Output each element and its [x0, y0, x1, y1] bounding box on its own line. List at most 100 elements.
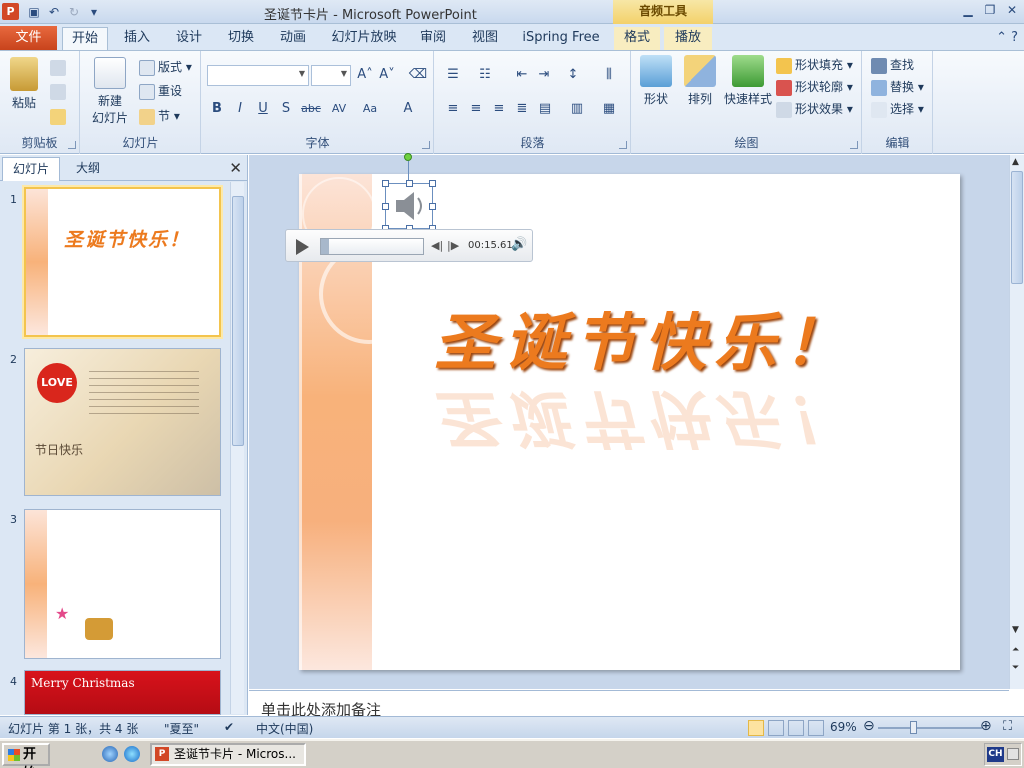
resize-handle[interactable]: [382, 203, 389, 210]
select-button[interactable]: 选择 ▾: [871, 99, 924, 119]
decrease-indent-icon[interactable]: ⇤: [512, 65, 532, 85]
new-slide-button[interactable]: 新建 幻灯片: [87, 57, 133, 126]
undo-icon[interactable]: ↶: [46, 4, 62, 20]
shapes-button[interactable]: 形状: [636, 55, 676, 107]
shrink-font-icon[interactable]: A˅: [377, 65, 397, 85]
close-icon[interactable]: ✕: [1004, 2, 1020, 18]
paragraph-launcher-icon[interactable]: [619, 141, 627, 149]
notes-pane[interactable]: 单击此处添加备注: [249, 690, 1009, 719]
paste-button[interactable]: 粘贴: [6, 57, 42, 111]
font-size-combo[interactable]: ▼: [311, 65, 351, 86]
drawing-launcher-icon[interactable]: [850, 141, 858, 149]
clear-format-icon[interactable]: ⌫: [408, 65, 428, 85]
align-left-icon[interactable]: ≡: [443, 99, 463, 119]
tab-slides-panel[interactable]: 幻灯片: [2, 157, 61, 181]
tray-icon[interactable]: [1007, 748, 1019, 760]
shadow-icon[interactable]: S: [276, 99, 296, 119]
reading-view-icon[interactable]: [788, 720, 804, 736]
justify-icon[interactable]: ≣: [512, 99, 532, 119]
section-button[interactable]: 节 ▾: [139, 106, 180, 126]
reset-button[interactable]: 重设: [139, 81, 182, 101]
tab-design[interactable]: 设计: [166, 27, 212, 50]
slide-thumbnail-2[interactable]: LOVE 节日快乐: [24, 348, 221, 496]
bold-icon[interactable]: B: [207, 99, 227, 119]
tab-format[interactable]: 格式: [614, 27, 660, 50]
close-icon[interactable]: ✕: [229, 159, 242, 177]
next-slide-icon[interactable]: ⏷: [1012, 663, 1019, 673]
audio-progress-track[interactable]: [320, 238, 424, 255]
tab-animations[interactable]: 动画: [270, 27, 316, 50]
tab-view[interactable]: 视图: [464, 27, 506, 50]
normal-view-icon[interactable]: [748, 720, 764, 736]
quick-styles-button[interactable]: 快速样式: [722, 55, 774, 107]
customize-qat-icon[interactable]: ▾: [86, 4, 102, 20]
cut-button[interactable]: [50, 57, 69, 77]
strikethrough-icon[interactable]: abc: [301, 99, 321, 119]
clipboard-launcher-icon[interactable]: [68, 141, 76, 149]
volume-icon[interactable]: 🔊: [511, 237, 527, 252]
redo-icon[interactable]: ↻: [66, 4, 82, 20]
underline-icon[interactable]: U: [253, 99, 273, 119]
tab-transitions[interactable]: 切换: [218, 27, 264, 50]
font-name-combo[interactable]: ▼: [207, 65, 309, 86]
main-scroll-thumb[interactable]: [1011, 171, 1023, 284]
fit-to-window-icon[interactable]: ⛶: [1003, 719, 1012, 734]
ime-indicator[interactable]: CH: [987, 747, 1004, 762]
columns-icon[interactable]: ▥: [567, 99, 587, 119]
resize-handle[interactable]: [382, 180, 389, 187]
theme-status[interactable]: "夏至": [164, 720, 199, 737]
tab-slideshow[interactable]: 幻灯片放映: [322, 27, 406, 50]
audio-object[interactable]: [382, 180, 436, 232]
skip-forward-icon[interactable]: |▶: [447, 239, 459, 252]
main-scrollbar[interactable]: ▲ ▼ ⏶ ⏷: [1009, 155, 1024, 689]
tab-playback[interactable]: 播放: [664, 27, 712, 50]
panel-scrollbar[interactable]: [230, 182, 244, 714]
grow-font-icon[interactable]: A˄: [355, 65, 375, 85]
text-direction-icon[interactable]: ⫼: [599, 65, 619, 85]
tab-file[interactable]: 文件: [0, 26, 57, 50]
char-spacing-icon[interactable]: AV: [329, 99, 349, 119]
zoom-slider-track[interactable]: [878, 727, 982, 729]
align-right-icon[interactable]: ≡: [489, 99, 509, 119]
zoom-level[interactable]: 69%: [830, 720, 857, 734]
help-icon[interactable]: ⌃ ?: [996, 30, 1018, 45]
slide-thumbnail-4[interactable]: Merry Christmas: [24, 670, 221, 715]
shape-fill-button[interactable]: 形状填充 ▾: [776, 55, 853, 75]
tab-home[interactable]: 开始: [62, 27, 108, 50]
spellcheck-icon[interactable]: ✔: [224, 720, 234, 734]
sorter-view-icon[interactable]: [768, 720, 784, 736]
browser-quicklaunch-icon[interactable]: [102, 746, 118, 762]
scroll-down-icon[interactable]: ▼: [1012, 625, 1019, 635]
tab-ispring[interactable]: iSpring Free: [516, 27, 606, 50]
panel-scroll-thumb[interactable]: [232, 196, 244, 446]
slide-thumbnail-1[interactable]: 圣诞节快乐！: [24, 187, 221, 337]
skip-back-icon[interactable]: ◀|: [431, 239, 443, 252]
play-icon[interactable]: [296, 239, 309, 255]
shape-outline-button[interactable]: 形状轮廓 ▾: [776, 77, 853, 97]
language-status[interactable]: 中文(中国): [256, 720, 313, 737]
format-painter-button[interactable]: [50, 106, 69, 126]
tab-insert[interactable]: 插入: [114, 27, 160, 50]
scroll-up-icon[interactable]: ▲: [1012, 157, 1019, 167]
numbering-icon[interactable]: ☷: [475, 65, 495, 85]
shape-effects-button[interactable]: 形状效果 ▾: [776, 99, 853, 119]
taskbar-item-powerpoint[interactable]: P 圣诞节卡片 - Micros...: [150, 743, 306, 766]
start-button[interactable]: 开始: [2, 743, 50, 768]
minimize-icon[interactable]: ▁: [960, 2, 976, 18]
zoom-out-icon[interactable]: ⊖: [863, 718, 875, 734]
change-case-icon[interactable]: Aa: [360, 99, 380, 119]
find-button[interactable]: 查找: [871, 55, 914, 75]
font-launcher-icon[interactable]: [422, 141, 430, 149]
zoom-slider-knob[interactable]: [910, 721, 917, 734]
slide-headline[interactable]: 圣诞节快乐！: [434, 292, 854, 382]
resize-handle[interactable]: [429, 180, 436, 187]
copy-button[interactable]: [50, 81, 69, 101]
italic-icon[interactable]: I: [230, 99, 250, 119]
powerpoint-app-icon[interactable]: P: [2, 3, 19, 20]
increase-indent-icon[interactable]: ⇥: [534, 65, 554, 85]
rotate-handle[interactable]: [404, 153, 412, 161]
slide-thumbnail-3[interactable]: ★: [24, 509, 221, 659]
ie-quicklaunch-icon[interactable]: [124, 746, 140, 762]
arrange-button[interactable]: 排列: [680, 55, 720, 107]
restore-icon[interactable]: ❐: [982, 2, 998, 18]
